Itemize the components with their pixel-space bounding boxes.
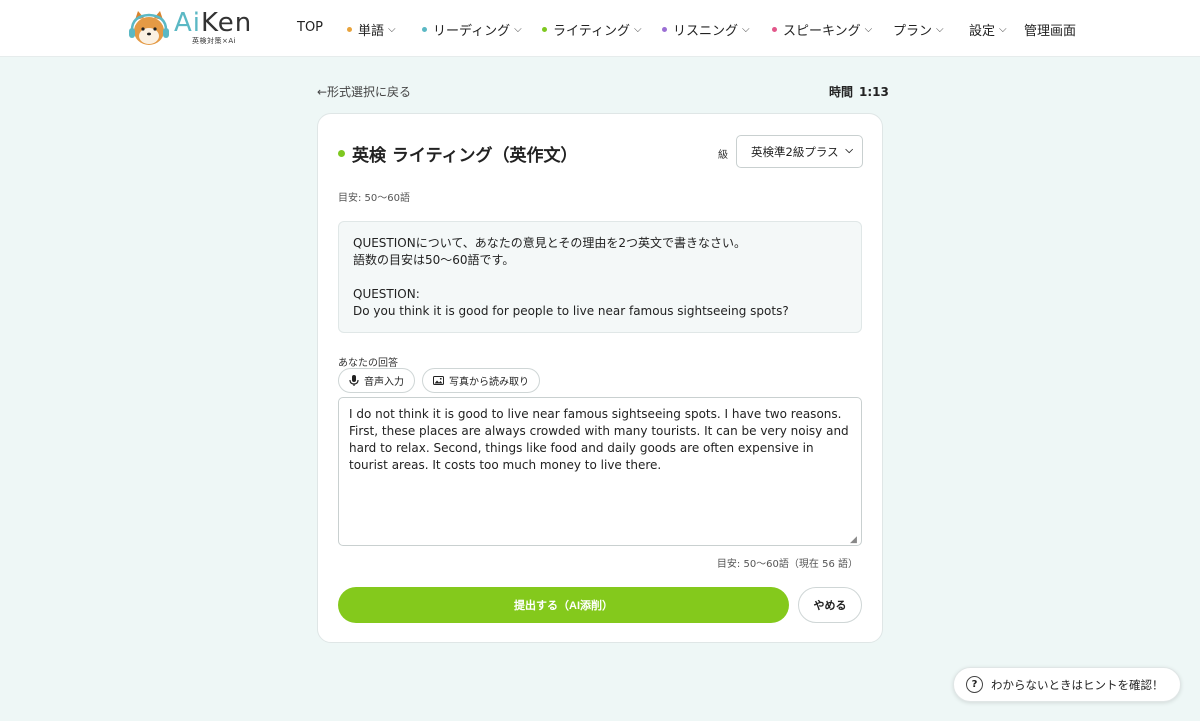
- site-logo[interactable]: AiKen 英検対策×Ai: [128, 8, 258, 48]
- writing-card: 英検 ライティング（英作文） 級 英検準2級プラス ⌵ 目安: 50〜60語 QU…: [317, 113, 883, 643]
- grade-select[interactable]: 英検準2級プラス ⌵: [736, 135, 863, 168]
- brand-tagline: 英検対策×Ai: [192, 37, 237, 45]
- site-header: AiKen 英検対策×Ai TOP 単語 ⌵ リーディング ⌵ ライティング ⌵ リス…: [0, 0, 1200, 57]
- question-line: Do you think it is good for people to li…: [353, 304, 789, 318]
- nav-listening[interactable]: リスニング ⌵: [662, 20, 750, 39]
- cancel-button[interactable]: やめる: [798, 587, 862, 623]
- shiba-mascot-icon: [129, 11, 169, 45]
- chevron-down-icon: ⌵: [742, 24, 750, 35]
- photo-read-button[interactable]: 写真から読み取り: [422, 368, 540, 393]
- nav-writing[interactable]: ライティング ⌵: [542, 20, 642, 39]
- word-guideline: 目安: 50〜60語: [338, 193, 410, 204]
- answer-textarea[interactable]: I do not think it is good to live near f…: [338, 397, 862, 546]
- question-mark-icon: ?: [966, 676, 983, 693]
- grade-label: 級: [718, 150, 728, 161]
- question-box: QUESTIONについて、あなたの意見とその理由を2つ英文で書きなさい。 語数の…: [338, 221, 862, 333]
- word-count: 目安: 50〜60語（現在 56 語）: [716, 559, 858, 570]
- nav-admin[interactable]: 管理画面: [1024, 20, 1076, 39]
- chevron-down-icon: ⌵: [845, 145, 853, 156]
- answer-label: あなたの回答: [338, 358, 398, 369]
- category-dot: [422, 27, 427, 32]
- question-line: QUESTIONについて、あなたの意見とその理由を2つ英文で書きなさい。: [353, 236, 747, 250]
- timer-value: 1:13: [859, 85, 889, 99]
- brand-wordmark: AiKen: [174, 8, 253, 38]
- category-dot: [772, 27, 777, 32]
- question-line: QUESTION:: [353, 287, 420, 301]
- back-to-format-link[interactable]: ←形式選択に戻る: [317, 83, 411, 100]
- voice-input-button[interactable]: 音声入力: [338, 368, 415, 393]
- nav-reading[interactable]: リーディング ⌵: [422, 20, 522, 39]
- chevron-down-icon: ⌵: [633, 24, 642, 35]
- timer: 時間 1:13: [829, 83, 889, 100]
- chevron-down-icon: ⌵: [514, 24, 522, 35]
- category-dot: [542, 27, 547, 32]
- nav-plan[interactable]: プラン ⌵: [893, 20, 944, 39]
- nav-vocabulary[interactable]: 単語 ⌵: [347, 20, 396, 39]
- timer-label: 時間: [829, 85, 854, 99]
- image-icon: [433, 376, 444, 385]
- category-dot: [347, 27, 352, 32]
- nav-settings[interactable]: 設定 ⌵: [969, 20, 1007, 39]
- chevron-down-icon: ⌵: [936, 24, 944, 35]
- hint-button[interactable]: ? わからないときはヒントを確認！: [953, 667, 1181, 702]
- submit-button[interactable]: 提出する（AI添削）: [338, 587, 789, 623]
- resize-handle-icon[interactable]: ◢: [850, 535, 860, 545]
- nav-speaking[interactable]: スピーキング ⌵: [772, 20, 872, 39]
- chevron-down-icon: ⌵: [864, 24, 873, 35]
- category-dot: [338, 150, 345, 157]
- question-line: 語数の目安は50〜60語です。: [353, 253, 515, 267]
- chevron-down-icon: ⌵: [388, 24, 396, 35]
- microphone-icon: [349, 375, 359, 386]
- nav-top[interactable]: TOP: [297, 20, 323, 35]
- category-dot: [662, 27, 667, 32]
- chevron-down-icon: ⌵: [999, 24, 1007, 35]
- page-title: 英検 ライティング（英作文）: [338, 141, 578, 166]
